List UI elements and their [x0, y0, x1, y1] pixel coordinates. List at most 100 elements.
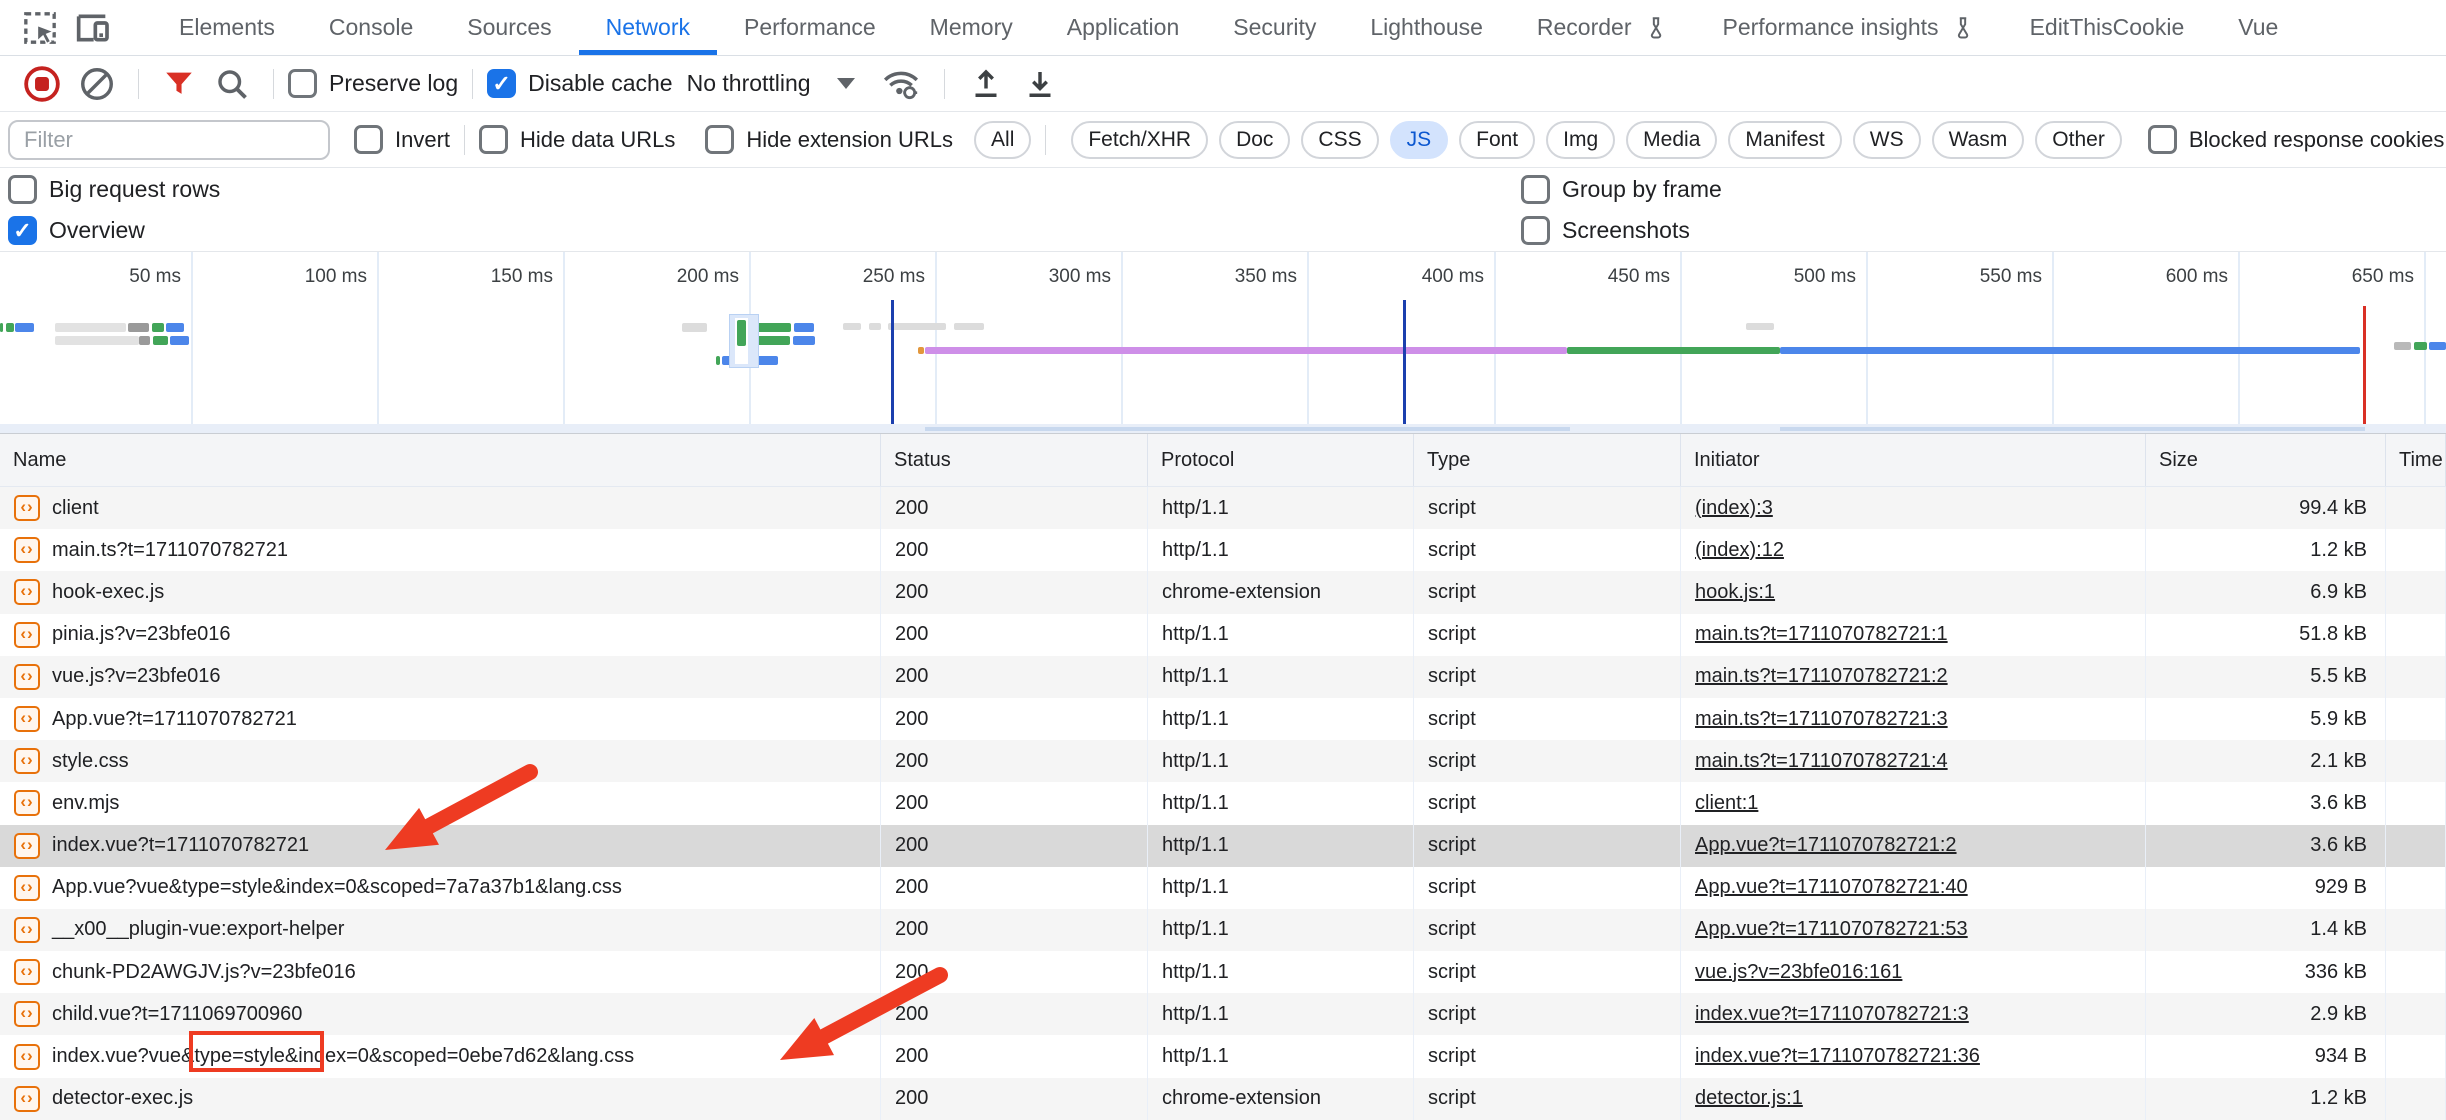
- request-name: App.vue?vue&type=style&index=0&scoped=7a…: [52, 876, 622, 899]
- export-har-button[interactable]: [1022, 66, 1058, 102]
- table-row[interactable]: detector-exec.js200chrome-extensionscrip…: [0, 1078, 2446, 1120]
- initiator-cell: (index):12: [1681, 529, 2146, 571]
- group-by-frame-checkbox[interactable]: [1521, 175, 1550, 204]
- table-row[interactable]: client200http/1.1script(index):399.4 kB: [0, 487, 2446, 529]
- clear-network-log-button[interactable]: [79, 66, 115, 102]
- column-header-name[interactable]: Name: [0, 434, 881, 486]
- initiator-link[interactable]: main.ts?t=1711070782721:3: [1695, 708, 1948, 731]
- tab-sources[interactable]: Sources: [440, 0, 578, 55]
- filter-chip-wasm[interactable]: Wasm: [1932, 121, 2025, 159]
- tab-application[interactable]: Application: [1040, 0, 1207, 55]
- initiator-link[interactable]: App.vue?t=1711070782721:53: [1695, 918, 1968, 941]
- preserve-log-checkbox[interactable]: [288, 69, 317, 98]
- device-toolbar-button[interactable]: [66, 0, 118, 55]
- filter-chip-ws[interactable]: WS: [1853, 121, 1921, 159]
- table-row[interactable]: main.ts?t=1711070782721200http/1.1script…: [0, 529, 2446, 571]
- table-row[interactable]: chunk-PD2AWGJV.js?v=23bfe016200http/1.1s…: [0, 951, 2446, 993]
- overview-checkbox[interactable]: [8, 216, 37, 245]
- import-har-button[interactable]: [968, 66, 1004, 102]
- time-cell: [2386, 1035, 2446, 1077]
- initiator-link[interactable]: main.ts?t=1711070782721:2: [1695, 665, 1948, 688]
- filter-chip-font[interactable]: Font: [1459, 121, 1535, 159]
- type-cell: script: [1414, 782, 1681, 824]
- tab-elements[interactable]: Elements: [152, 0, 302, 55]
- initiator-link[interactable]: (index):3: [1695, 497, 1773, 520]
- initiator-link[interactable]: index.vue?t=1711070782721:3: [1695, 1003, 1969, 1026]
- initiator-link[interactable]: hook.js:1: [1695, 581, 1775, 604]
- table-row[interactable]: hook-exec.js200chrome-extensionscripthoo…: [0, 571, 2446, 613]
- hide-extension-urls-checkbox[interactable]: [705, 125, 734, 154]
- column-header-status[interactable]: Status: [881, 434, 1148, 486]
- table-row[interactable]: __x00__plugin-vue:export-helper200http/1…: [0, 909, 2446, 951]
- filter-chip-other[interactable]: Other: [2035, 121, 2122, 159]
- size-cell: 51.8 kB: [2146, 614, 2386, 656]
- filter-input[interactable]: [8, 120, 330, 160]
- table-row[interactable]: pinia.js?v=23bfe016200http/1.1scriptmain…: [0, 614, 2446, 656]
- tab-security[interactable]: Security: [1206, 0, 1343, 55]
- initiator-link[interactable]: App.vue?t=1711070782721:40: [1695, 876, 1968, 899]
- column-header-initiator[interactable]: Initiator: [1681, 434, 2146, 486]
- initiator-link[interactable]: index.vue?t=1711070782721:36: [1695, 1045, 1980, 1068]
- filter-chip-css[interactable]: CSS: [1301, 121, 1378, 159]
- tab-performance[interactable]: Performance: [717, 0, 903, 55]
- filter-chip-doc[interactable]: Doc: [1219, 121, 1290, 159]
- network-conditions-button[interactable]: [881, 64, 921, 104]
- filter-chip-js[interactable]: JS: [1390, 121, 1449, 159]
- tab-vue[interactable]: Vue: [2211, 0, 2305, 55]
- disable-cache-checkbox[interactable]: [487, 69, 516, 98]
- overview-selection-fill: [737, 320, 746, 346]
- invert-filter-checkbox[interactable]: [354, 125, 383, 154]
- initiator-link[interactable]: (index):12: [1695, 539, 1784, 562]
- initiator-link[interactable]: detector.js:1: [1695, 1087, 1803, 1110]
- search-network-button[interactable]: [214, 66, 250, 102]
- filter-chip-all[interactable]: All: [974, 121, 1031, 159]
- tab-lighthouse[interactable]: Lighthouse: [1343, 0, 1510, 55]
- timeline-gridline: [1866, 252, 1868, 424]
- table-row[interactable]: App.vue?t=1711070782721200http/1.1script…: [0, 698, 2446, 740]
- initiator-link[interactable]: main.ts?t=1711070782721:1: [1695, 623, 1948, 646]
- tab-editthiscookie[interactable]: EditThisCookie: [2003, 0, 2212, 55]
- hide-data-urls-checkbox[interactable]: [479, 125, 508, 154]
- filter-chip-manifest[interactable]: Manifest: [1728, 121, 1841, 159]
- throttling-dropdown[interactable]: No throttling: [687, 70, 855, 97]
- tab-performance-insights[interactable]: Performance insights: [1696, 0, 2003, 55]
- tab-network[interactable]: Network: [579, 0, 717, 55]
- filter-chip-media[interactable]: Media: [1626, 121, 1717, 159]
- table-row[interactable]: env.mjs200http/1.1scriptclient:13.6 kB: [0, 782, 2446, 824]
- initiator-link[interactable]: App.vue?t=1711070782721:2: [1695, 834, 1957, 857]
- inspect-element-button[interactable]: [14, 0, 66, 55]
- tab-label: Lighthouse: [1370, 14, 1483, 41]
- table-row[interactable]: child.vue?t=1711069700960200http/1.1scri…: [0, 993, 2446, 1035]
- filter-chip-img[interactable]: Img: [1546, 121, 1615, 159]
- waterfall-bar: [153, 336, 168, 345]
- big-request-rows-checkbox[interactable]: [8, 175, 37, 204]
- waterfall-bar: [843, 323, 861, 330]
- tab-recorder[interactable]: Recorder: [1510, 0, 1696, 55]
- column-header-protocol[interactable]: Protocol: [1148, 434, 1414, 486]
- tab-label: Network: [606, 14, 690, 41]
- table-row[interactable]: vue.js?v=23bfe016200http/1.1scriptmain.t…: [0, 656, 2446, 698]
- table-row[interactable]: index.vue?vue&type=style&index=0&scoped=…: [0, 1035, 2446, 1077]
- table-row[interactable]: App.vue?vue&type=style&index=0&scoped=7a…: [0, 867, 2446, 909]
- export-har-icon: [1022, 66, 1058, 102]
- protocol-cell: http/1.1: [1148, 656, 1414, 698]
- record-network-log-button[interactable]: [23, 65, 61, 103]
- blocked-response-cookies-checkbox[interactable]: [2148, 125, 2177, 154]
- table-row[interactable]: index.vue?t=1711070782721200http/1.1scri…: [0, 825, 2446, 867]
- screenshots-checkbox[interactable]: [1521, 216, 1550, 245]
- filter-chip-fetch-xhr[interactable]: Fetch/XHR: [1071, 121, 1208, 159]
- network-overview-timeline[interactable]: 50 ms100 ms150 ms200 ms250 ms300 ms350 m…: [0, 252, 2446, 434]
- initiator-cell: main.ts?t=1711070782721:2: [1681, 656, 2146, 698]
- tab-memory[interactable]: Memory: [903, 0, 1040, 55]
- initiator-link[interactable]: main.ts?t=1711070782721:4: [1695, 750, 1948, 773]
- tab-console[interactable]: Console: [302, 0, 440, 55]
- table-row[interactable]: style.css200http/1.1scriptmain.ts?t=1711…: [0, 740, 2446, 782]
- request-name: chunk-PD2AWGJV.js?v=23bfe016: [52, 961, 356, 984]
- column-header-size[interactable]: Size: [2146, 434, 2386, 486]
- protocol-cell: http/1.1: [1148, 867, 1414, 909]
- filter-toggle-button[interactable]: [162, 67, 196, 101]
- initiator-link[interactable]: vue.js?v=23bfe016:161: [1695, 961, 1902, 984]
- initiator-link[interactable]: client:1: [1695, 792, 1758, 815]
- column-header-time[interactable]: Time: [2386, 434, 2446, 486]
- column-header-type[interactable]: Type: [1414, 434, 1681, 486]
